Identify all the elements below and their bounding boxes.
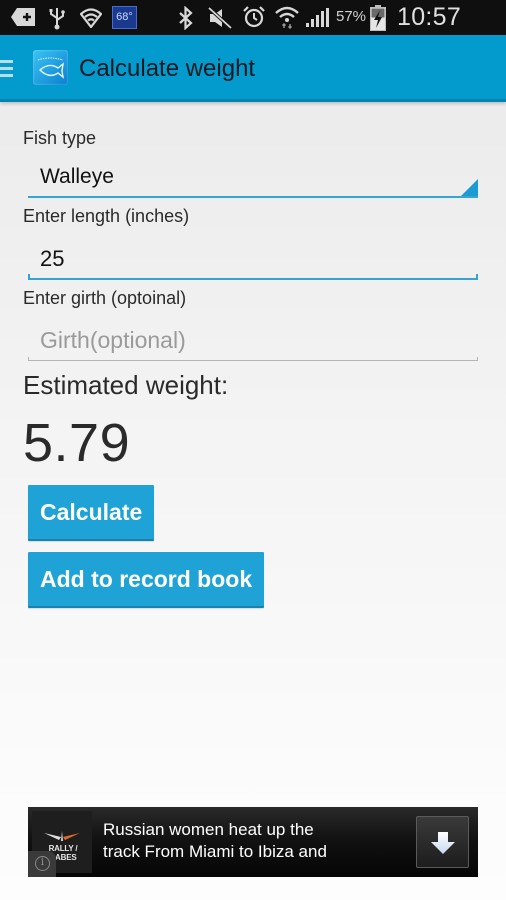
wifi-signal-icon [274,5,300,29]
mute-icon [208,7,232,29]
length-input-underline [28,278,478,280]
ad-banner[interactable]: RALLY / BABES i Russian women heat up th… [28,807,478,877]
fish-type-dropdown[interactable]: Walleye [28,160,478,198]
ad-download-button[interactable] [416,816,469,868]
add-to-record-book-button[interactable]: Add to record book [28,552,265,608]
length-input[interactable]: 25 [28,240,478,280]
girth-input-placeholder: Girth(optional) [40,327,186,353]
ad-text: Russian women heat up the track From Mia… [103,819,403,863]
girth-input-tick-right [477,357,478,361]
ad-text-line-1: Russian women heat up the [103,820,314,839]
girth-input-tick-left [28,357,29,361]
estimated-weight-label: Estimated weight: [23,370,229,400]
action-bar: Calculate weight [0,35,506,102]
ad-text-line-2: track From Miami to Ibiza and [103,842,327,861]
dropdown-arrow-icon [461,179,478,196]
usb-icon [48,6,66,30]
alarm-icon [242,5,266,29]
length-input-tick-left [28,274,30,280]
battery-charging-icon [370,5,386,31]
battery-percent: 57% [336,8,367,25]
navigation-drawer-icon[interactable] [0,60,13,78]
fish-type-label: Fish type [23,128,97,148]
wing-logo-icon [44,831,80,841]
calculate-button[interactable]: Calculate [28,485,155,541]
weather-icon: 68° [112,6,137,29]
add-notification-icon [10,7,36,27]
estimated-weight-value: 5.79 [23,413,131,473]
info-icon: i [35,856,50,871]
bluetooth-icon [178,6,194,30]
page-title: Calculate weight [79,55,256,82]
length-input-value: 25 [40,246,65,271]
girth-input-underline [28,360,478,361]
cell-signal-icon [305,8,329,28]
length-label: Enter length (inches) [23,206,190,226]
app-logo-icon[interactable] [33,50,68,85]
download-arrow-icon [431,832,455,854]
ad-info-button[interactable]: i [28,851,56,877]
girth-label: Enter girth (optoinal) [23,288,187,308]
fish-type-selected-value: Walleye [40,165,114,188]
girth-input[interactable]: Girth(optional) [28,321,478,361]
status-bar: 68° 57% 10:57 PM [0,0,506,60]
wifi-secure-icon [80,8,102,28]
length-input-tick-right [476,274,478,280]
